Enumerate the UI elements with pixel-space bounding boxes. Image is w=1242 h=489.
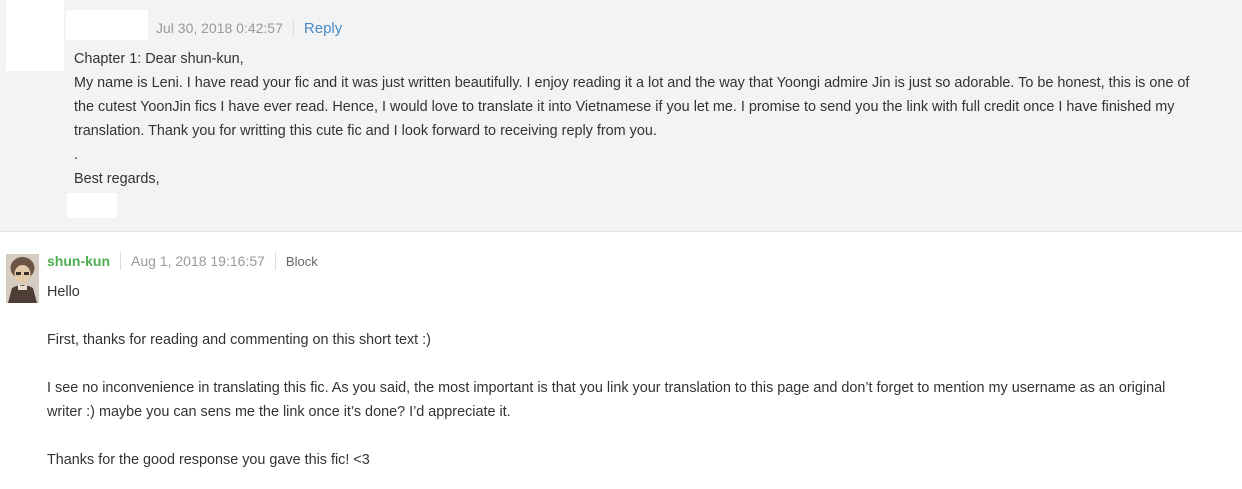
signature-redacted (67, 193, 117, 218)
comment-line: . (74, 147, 78, 163)
comment-line (47, 352, 1165, 376)
comment-first: Jul 30, 2018 0:42:57 Reply Chapter 1: De… (0, 0, 1242, 232)
comment-line: Thanks for the good response you gave th… (47, 452, 370, 468)
comment-meta: Jul 30, 2018 0:42:57 Reply (156, 18, 342, 38)
comment-line: My name is Leni. I have read your fic an… (74, 75, 1190, 91)
comment-line: First, thanks for reading and commenting… (47, 332, 431, 348)
comment-body: Hello First, thanks for reading and comm… (47, 280, 1165, 472)
meta-divider (292, 19, 294, 37)
avatar-image (6, 254, 39, 303)
meta-divider (274, 252, 276, 270)
username-redacted (66, 10, 148, 40)
reply-button[interactable]: Reply (304, 20, 342, 37)
meta-divider (120, 252, 121, 270)
comment-timestamp: Aug 1, 2018 19:16:57 (131, 253, 265, 269)
avatar-redacted (6, 0, 64, 71)
comment-line: Chapter 1: Dear shun-kun, (74, 51, 244, 67)
block-button[interactable]: Block (286, 254, 318, 269)
avatar[interactable] (6, 254, 39, 303)
comment-line (47, 424, 1165, 448)
comment-meta: shun-kun Aug 1, 2018 19:16:57 Block (47, 251, 318, 271)
comment-line: I see no inconvenience in translating th… (47, 380, 1166, 396)
comment-line: writer :) maybe you can sens me the link… (47, 404, 511, 420)
comment-username[interactable]: shun-kun (47, 253, 110, 269)
comment-line: translation. Thank you for writting this… (74, 123, 657, 139)
comment-line (47, 304, 1165, 328)
comment-line: Best regards, (74, 171, 160, 187)
comment-line: Hello (47, 284, 80, 300)
comment-body: Chapter 1: Dear shun-kun, My name is Len… (74, 47, 1189, 191)
comment-timestamp: Jul 30, 2018 0:42:57 (156, 20, 283, 36)
comment-line: the cutest YoonJin fics I have ever read… (74, 99, 1175, 115)
